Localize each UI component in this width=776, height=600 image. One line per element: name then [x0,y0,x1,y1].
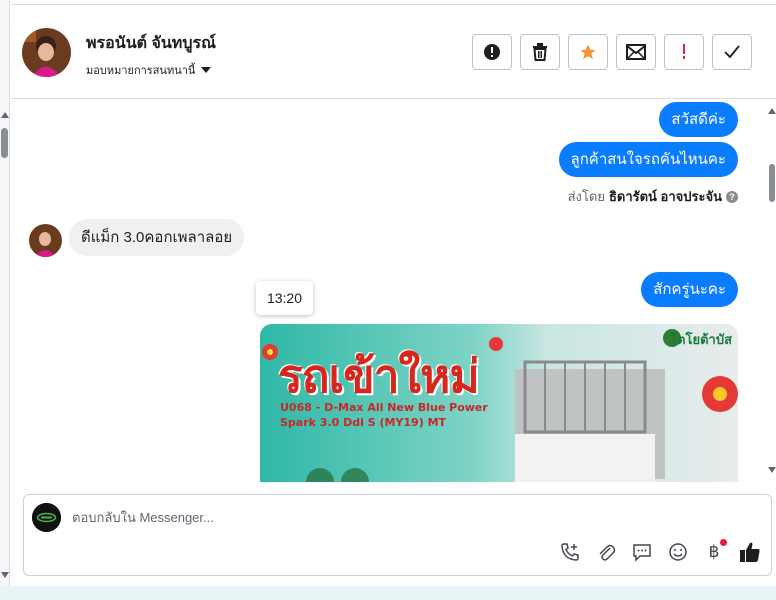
promo-model-line1: U068 - D-Max All New Blue Power [280,401,488,414]
scroll-up-arrow-icon[interactable] [768,108,776,114]
message-thread[interactable]: สวัสดีค่ะ ลูกค้าสนใจรถคันไหนคะ ส่งโดย ธิ… [11,100,761,482]
sent-by-name: ธิดารัตน์ อาจประจัน [608,189,722,204]
contact-name: พรอนันต์ จันทบูรณ์ [86,35,216,52]
follow-up-button[interactable] [664,34,704,70]
promo-model-line2: Spark 3.0 Ddi S (MY19) MT [280,416,447,429]
star-icon [580,44,596,60]
outgoing-message[interactable]: ลูกค้าสนใจรถคันไหนคะ [558,142,738,177]
thread-scrollbar[interactable] [768,100,776,482]
exclamation-icon [683,44,685,59]
left-scrollbar[interactable] [0,0,10,600]
bottom-strip [0,586,776,600]
incoming-message[interactable]: ดีแม็ก 3.0คอกเพลาลอย [69,219,245,256]
thumbs-up-icon[interactable] [739,541,761,563]
star-button[interactable] [568,34,608,70]
exclamation-circle-icon [484,44,500,60]
reply-composer: ฿ [23,494,772,576]
check-icon [724,45,740,59]
mark-spam-button[interactable] [472,34,512,70]
notification-dot [720,539,727,546]
contact-avatar[interactable] [22,28,71,77]
mark-unread-button[interactable] [616,34,656,70]
mark-done-button[interactable] [712,34,752,70]
outgoing-message[interactable]: สักครู่นะคะ [641,272,738,307]
scroll-down-arrow-icon[interactable] [1,572,9,578]
scroll-thumb[interactable] [1,128,8,158]
outgoing-message[interactable]: สวัสดีค่ะ [659,102,738,137]
help-icon[interactable]: ? [726,190,738,203]
assign-conversation-dropdown[interactable]: มอบหมายการสนทนานี้ [86,61,212,79]
conversation-header: พรอนันต์ จันทบูรณ์ มอบหมายการสนทนานี้ [11,4,776,99]
page-avatar [32,503,61,532]
scroll-up-arrow-icon[interactable] [1,112,9,118]
conversation-actions [472,34,752,70]
emoji-icon[interactable] [667,541,689,563]
delete-button[interactable] [520,34,560,70]
assign-label: มอบหมายการสนทนานี้ [86,65,196,77]
promo-logo: โตโยต้าบัส [670,332,732,347]
saved-reply-icon[interactable] [631,541,653,563]
call-add-icon[interactable] [559,541,581,563]
timestamp-tooltip: 13:20 [256,281,313,315]
trash-icon [533,43,547,61]
paperclip-icon[interactable] [595,541,617,563]
caret-down-icon [201,67,212,73]
reply-input[interactable] [72,510,672,525]
sender-avatar[interactable] [29,224,62,257]
sent-by-info: ส่งโดย ธิดารัตน์ อาจประจัน ? [568,186,738,207]
promo-image-attachment[interactable]: รถเข้าใหม่ U068 - D-Max All New Blue Pow… [260,324,738,482]
scroll-down-arrow-icon[interactable] [768,467,776,473]
composer-tools: ฿ [559,539,761,563]
baht-icon[interactable]: ฿ [703,539,727,563]
scroll-thumb[interactable] [769,164,775,202]
sent-by-prefix: ส่งโดย [567,189,605,204]
envelope-icon [626,44,646,60]
